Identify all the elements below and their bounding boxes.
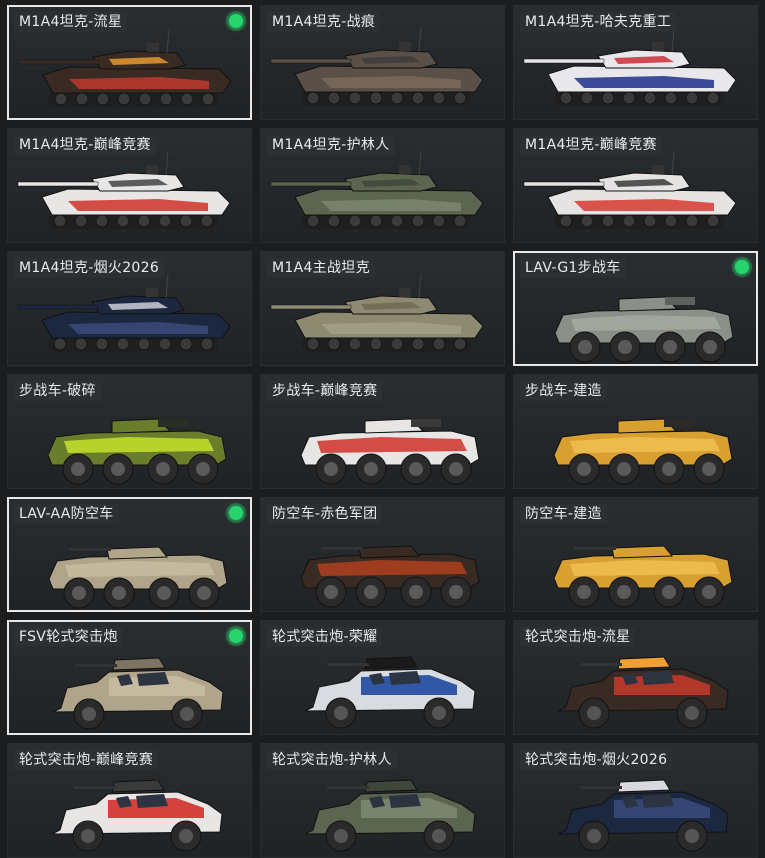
assault-vehicle-model xyxy=(304,656,476,729)
tank-model xyxy=(270,150,484,229)
skin-name: M1A4坦克-巅峰竞赛 xyxy=(14,135,156,155)
tank-model xyxy=(523,27,737,106)
equipped-indicator-icon xyxy=(735,260,749,274)
skin-card[interactable]: LAV-G1步战车 xyxy=(513,251,758,366)
assault-vehicle-model xyxy=(304,779,476,852)
skin-card[interactable]: M1A4主战坦克 xyxy=(260,251,505,366)
skin-name: 轮式突击炮-流星 xyxy=(520,627,636,647)
skin-name: 轮式突击炮-烟火2026 xyxy=(520,750,673,770)
skin-card[interactable]: 轮式突击炮-荣耀 xyxy=(260,620,505,735)
skin-name: M1A4坦克-烟火2026 xyxy=(14,258,165,278)
tank-model xyxy=(18,28,232,107)
skin-card[interactable]: 步战车-巅峰竞赛 xyxy=(260,374,505,489)
skin-name: 防空车-建造 xyxy=(520,504,607,524)
skin-name: M1A4坦克-巅峰竞赛 xyxy=(520,135,662,155)
ifv-model xyxy=(554,296,734,363)
skin-card[interactable]: 轮式突击炮-流星 xyxy=(513,620,758,735)
skin-name: M1A4主战坦克 xyxy=(267,258,375,278)
skin-name: M1A4坦克-战痕 xyxy=(267,12,381,32)
skin-name: 轮式突击炮-护林人 xyxy=(267,750,397,770)
equipped-indicator-icon xyxy=(229,629,243,643)
skin-card[interactable]: 步战车-建造 xyxy=(513,374,758,489)
skin-card[interactable]: 防空车-赤色军团 xyxy=(260,497,505,612)
vehicle-skin-grid: M1A4坦克-流星 M1A4坦克-战痕 M1A4坦克-哈夫克重工 M1A4坦克-巅峰竞… xyxy=(0,0,765,858)
equipped-indicator-icon xyxy=(229,506,243,520)
aa-model xyxy=(300,545,480,608)
aa-model xyxy=(48,546,228,609)
skin-name: 步战车-破碎 xyxy=(14,381,101,401)
skin-name: 步战车-建造 xyxy=(520,381,607,401)
ifv-model xyxy=(47,418,227,485)
skin-name: LAV-G1步战车 xyxy=(520,258,626,278)
assault-vehicle-model xyxy=(51,779,223,852)
skin-card[interactable]: M1A4坦克-哈夫克重工 xyxy=(513,5,758,120)
skin-card[interactable]: M1A4坦克-流星 xyxy=(7,5,252,120)
skin-name: 轮式突击炮-巅峰竞赛 xyxy=(14,750,159,770)
skin-card[interactable]: 步战车-破碎 xyxy=(7,374,252,489)
skin-card[interactable]: M1A4坦克-战痕 xyxy=(260,5,505,120)
skin-card[interactable]: 防空车-建造 xyxy=(513,497,758,612)
skin-card[interactable]: FSV轮式突击炮 xyxy=(7,620,252,735)
skin-card[interactable]: 轮式突击炮-烟火2026 xyxy=(513,743,758,858)
assault-vehicle-model xyxy=(52,657,224,730)
skin-name: M1A4坦克-哈夫克重工 xyxy=(520,12,677,32)
ifv-model xyxy=(300,418,480,485)
equipped-indicator-icon xyxy=(229,14,243,28)
skin-name: 防空车-赤色军团 xyxy=(267,504,383,524)
skin-card[interactable]: LAV-AA防空车 xyxy=(7,497,252,612)
assault-vehicle-model xyxy=(557,779,729,852)
skin-name: M1A4坦克-流星 xyxy=(14,12,128,32)
tank-model xyxy=(17,150,231,229)
skin-name: M1A4坦克-护林人 xyxy=(267,135,395,155)
aa-model xyxy=(553,545,733,608)
tank-model xyxy=(270,27,484,106)
skin-card[interactable]: 轮式突击炮-巅峰竞赛 xyxy=(7,743,252,858)
tank-model xyxy=(270,273,484,352)
skin-card[interactable]: M1A4坦克-烟火2026 xyxy=(7,251,252,366)
tank-model xyxy=(17,273,231,352)
skin-name: 步战车-巅峰竞赛 xyxy=(267,381,383,401)
skin-card[interactable]: M1A4坦克-护林人 xyxy=(260,128,505,243)
ifv-model xyxy=(553,418,733,485)
tank-model xyxy=(523,150,737,229)
skin-name: FSV轮式突击炮 xyxy=(14,627,123,647)
skin-card[interactable]: 轮式突击炮-护林人 xyxy=(260,743,505,858)
skin-name: LAV-AA防空车 xyxy=(14,504,119,524)
skin-card[interactable]: M1A4坦克-巅峰竞赛 xyxy=(7,128,252,243)
skin-name: 轮式突击炮-荣耀 xyxy=(267,627,383,647)
skin-card[interactable]: M1A4坦克-巅峰竞赛 xyxy=(513,128,758,243)
assault-vehicle-model xyxy=(557,656,729,729)
